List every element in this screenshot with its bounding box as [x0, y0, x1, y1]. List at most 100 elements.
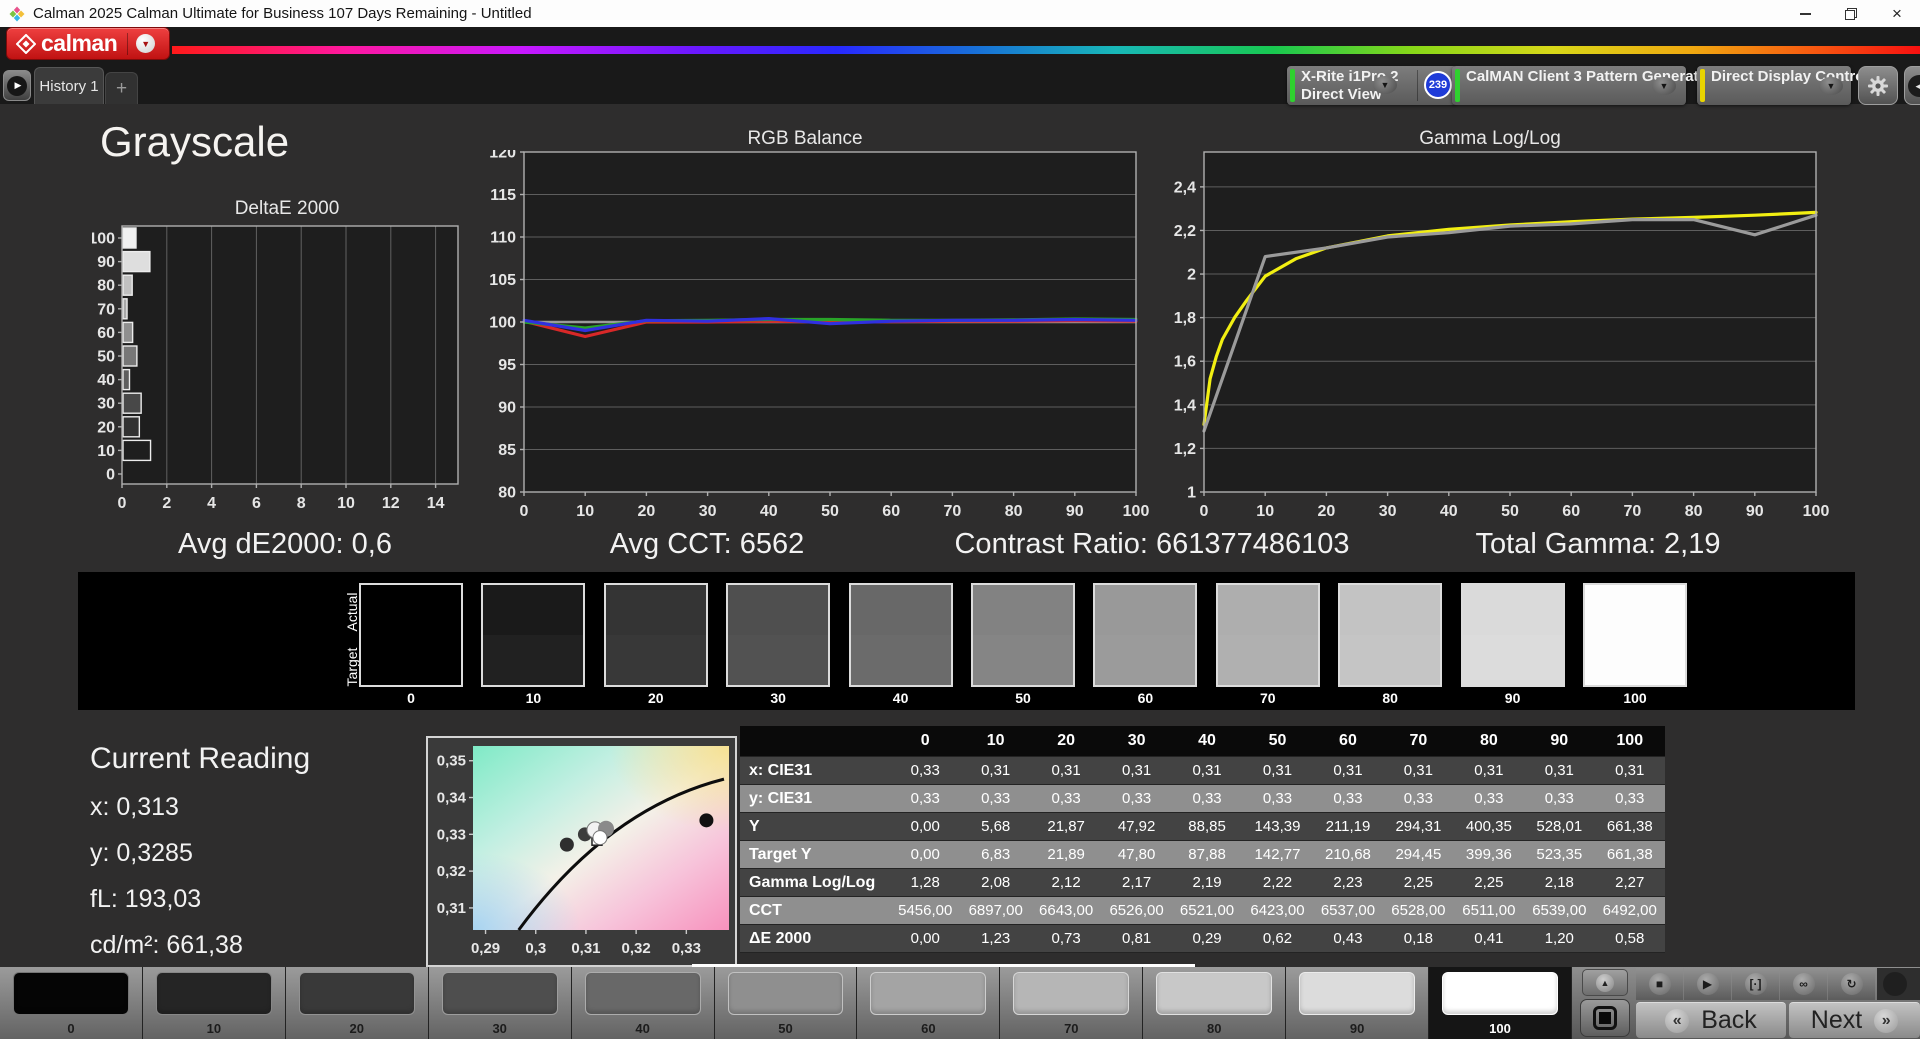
actual-swatch — [728, 585, 829, 635]
svg-text:70: 70 — [97, 301, 115, 318]
calman-menu-button[interactable]: calman ▼ — [6, 27, 170, 60]
pattern-level-label: 50 — [778, 1021, 793, 1036]
left-arrow-icon: ◀ — [1908, 75, 1920, 97]
svg-text:105: 105 — [489, 272, 516, 289]
swatch-level-label: 60 — [1137, 690, 1154, 706]
table-cell: 2,19 — [1192, 874, 1222, 891]
swatch-70: 70 — [1215, 583, 1320, 706]
svg-text:0,31: 0,31 — [437, 900, 466, 917]
table-cell: 47,92 — [1117, 818, 1156, 835]
next-button[interactable]: Next » — [1789, 1002, 1920, 1038]
table-cell: 2,12 — [1051, 874, 1081, 891]
swatch-box — [481, 583, 586, 687]
back-button[interactable]: « Back — [1636, 1002, 1786, 1038]
pattern-generator-dropdown[interactable]: CalMAN Client 3 Pattern Generator ▼ — [1452, 66, 1714, 105]
deltae-2000-chart: DeltaE 2000 0 10 20 30 40 50 60 70 80 90 100 0 2 4 6 8 1… — [92, 198, 482, 532]
svg-text:90: 90 — [498, 400, 516, 417]
collapse-toolbar-button[interactable]: ◀ — [1904, 66, 1920, 105]
meter-status-indicator — [1290, 69, 1295, 102]
swatch-level-label: 30 — [770, 690, 786, 706]
table-cell: 2,18 — [1544, 874, 1574, 891]
svg-text:30: 30 — [97, 396, 115, 413]
refresh-icon: ↻ — [1840, 973, 1863, 995]
svg-text:95: 95 — [498, 357, 516, 374]
play-button[interactable]: ▶ — [1684, 968, 1731, 1000]
actual-row-label: Actual — [344, 592, 360, 632]
next-label: Next — [1810, 1006, 1863, 1034]
restore-button[interactable] — [1828, 0, 1874, 27]
reading-cdm2: cd/m²: 661,38 — [90, 931, 243, 959]
pattern-level-button-50[interactable]: 50 — [714, 967, 857, 1039]
actual-swatch — [1217, 585, 1318, 635]
table-column-header: 20 — [1057, 732, 1076, 749]
svg-text:80: 80 — [1685, 503, 1703, 520]
current-reading-title: Current Reading — [90, 742, 311, 775]
close-button[interactable]: × — [1874, 0, 1920, 27]
pattern-level-button-90[interactable]: 90 — [1286, 967, 1429, 1039]
pattern-level-label: 40 — [635, 1021, 650, 1036]
table-cell: 6528,00 — [1391, 902, 1446, 919]
rgb-chart-svg: 120115110105100959085800 10 20 30 40 50 60 70 80… — [489, 150, 1149, 520]
reading-x: x: 0,313 — [90, 793, 179, 821]
svg-text:0,32: 0,32 — [622, 940, 651, 957]
pattern-level-button-100[interactable]: 100 — [1429, 967, 1571, 1039]
swatch-box — [1583, 583, 1687, 687]
continuous-read-button[interactable]: ∞ — [1780, 968, 1827, 1000]
target-swatch — [1340, 635, 1441, 685]
tab-scroll-button[interactable]: ▶ — [3, 70, 31, 101]
divider — [1417, 70, 1418, 101]
table-cell: 0,31 — [1474, 762, 1504, 779]
table-cell: 294,45 — [1395, 846, 1442, 863]
pattern-level-button-60[interactable]: 60 — [857, 967, 1000, 1039]
rainbow-gradient-strip — [172, 46, 1920, 54]
titlebar: Calman 2025 Calman Ultimate for Business… — [0, 0, 1920, 27]
svg-text:40: 40 — [97, 372, 115, 389]
panel-expand-button[interactable]: ▲ — [1582, 969, 1628, 996]
display-control-dropdown[interactable]: Direct Display Control ▼ — [1697, 66, 1869, 105]
grayscale-swatch-strip: Actual Target 0 10 20 30 40 50 60 70 80 90 100 — [78, 572, 1855, 710]
svg-text:0,35: 0,35 — [437, 753, 466, 770]
stop-button[interactable]: ■ — [1636, 968, 1683, 1000]
pattern-level-swatch — [1299, 972, 1416, 1015]
target-swatch — [483, 635, 584, 685]
pattern-level-label: 30 — [492, 1021, 507, 1036]
pattern-level-button-80[interactable]: 80 — [1143, 967, 1286, 1039]
target-swatch — [1095, 635, 1196, 685]
target-swatch — [973, 635, 1073, 685]
current-reading-panel: Current Reading x: 0,313 y: 0,3285 fL: 1… — [90, 742, 310, 960]
pattern-level-label: 60 — [921, 1021, 936, 1036]
target-swatch — [605, 635, 706, 685]
pattern-level-label: 20 — [349, 1021, 364, 1036]
pattern-level-button-10[interactable]: 10 — [142, 967, 285, 1039]
table-cell: 0,33 — [910, 762, 940, 779]
settings-button[interactable] — [1858, 66, 1898, 105]
target-row-label: Target — [344, 647, 360, 687]
table-header-row: 0 10 20 30 40 50 60 70 80 90 100 — [740, 726, 1665, 757]
pattern-level-label: 0 — [67, 1021, 75, 1036]
swatch-level-label: 20 — [648, 690, 664, 706]
actual-swatch — [1340, 585, 1441, 635]
svg-text:6: 6 — [252, 495, 261, 512]
pattern-level-label: 90 — [1349, 1021, 1365, 1036]
pattern-window-toggle-button[interactable] — [1580, 999, 1630, 1037]
pattern-level-button-40[interactable]: 40 — [571, 967, 714, 1039]
pattern-level-button-0[interactable]: 0 — [0, 967, 142, 1039]
table-row-label: CCT — [749, 902, 782, 919]
table-column-header: 10 — [986, 732, 1005, 749]
minimize-button[interactable] — [1782, 0, 1828, 27]
svg-text:0: 0 — [1200, 503, 1209, 520]
svg-text:50: 50 — [1501, 503, 1519, 520]
refresh-button[interactable]: ↻ — [1828, 968, 1875, 1000]
swatch-level-label: 10 — [525, 690, 542, 706]
meter-dropdown[interactable]: X-Rite i1Pro 2 Direct View ▼ 239 — [1287, 66, 1457, 105]
pattern-level-label: 10 — [206, 1021, 222, 1036]
tab-history-1[interactable]: History 1 — [34, 67, 104, 104]
pattern-level-button-70[interactable]: 70 — [1000, 967, 1143, 1039]
pattern-level-button-20[interactable]: 20 — [285, 967, 428, 1039]
pattern-level-button-30[interactable]: 30 — [428, 967, 571, 1039]
table-cell: 5456,00 — [898, 902, 953, 919]
pattern-size-button[interactable]: [·] — [1732, 968, 1779, 1000]
target-swatch — [850, 635, 951, 685]
svg-text:20: 20 — [97, 419, 115, 436]
add-tab-button[interactable]: + — [105, 72, 138, 104]
